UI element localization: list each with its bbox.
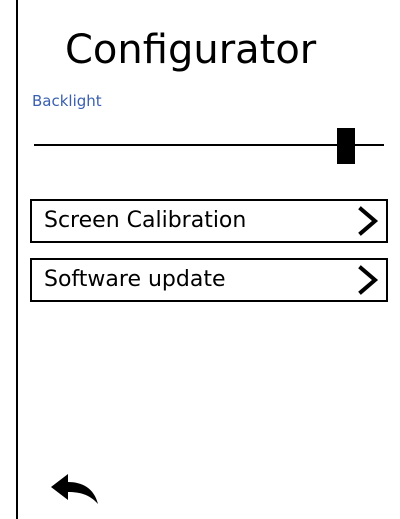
configurator-screen: Configurator Backlight Screen Calibratio… — [16, 0, 400, 519]
slider-track — [34, 144, 384, 146]
page-title: Configurator — [65, 27, 317, 73]
software-update-button[interactable]: Software update — [30, 258, 388, 302]
slider-thumb[interactable] — [336, 128, 355, 164]
backlight-slider[interactable] — [34, 124, 384, 168]
software-update-label: Software update — [44, 267, 226, 292]
chevron-right-icon — [358, 206, 379, 236]
backlight-label: Backlight — [32, 92, 102, 110]
screen-calibration-button[interactable]: Screen Calibration — [30, 199, 388, 243]
screen-calibration-label: Screen Calibration — [44, 208, 247, 233]
chevron-right-icon — [358, 265, 379, 295]
back-arrow-icon[interactable] — [48, 470, 100, 510]
